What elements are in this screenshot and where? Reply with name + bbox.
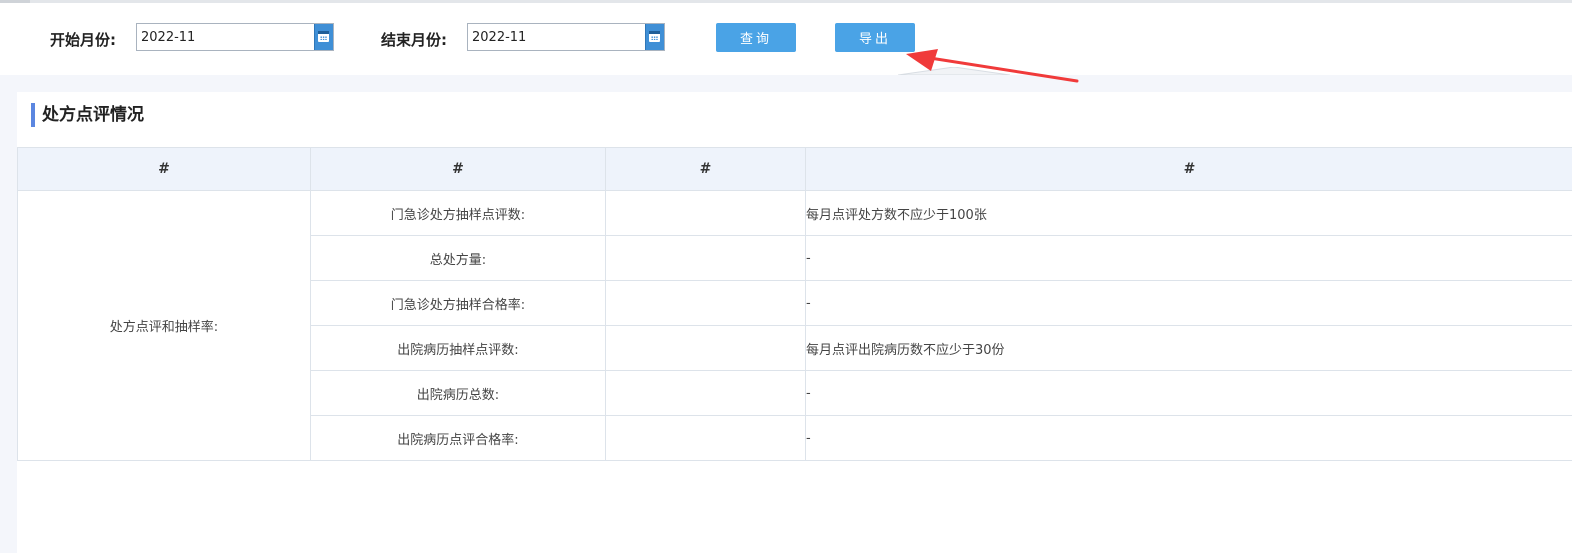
item-cell: 总处方量: bbox=[310, 235, 606, 281]
value-cell bbox=[605, 415, 806, 461]
note-cell: - bbox=[805, 280, 1572, 326]
query-toolbar: 开始月份: 结束月份: 查询 导出 bbox=[0, 3, 1572, 75]
table-row: 处方点评和抽样率: 门急诊处方抽样点评数: 每月点评处方数不应少于100张 bbox=[17, 190, 1572, 461]
item-cell: 门急诊处方抽样点评数: bbox=[310, 190, 606, 236]
column-header: # bbox=[605, 147, 806, 191]
item-cell: 门急诊处方抽样合格率: bbox=[310, 280, 606, 326]
note-cell: 每月点评出院病历数不应少于30份 bbox=[805, 325, 1572, 371]
prescription-review-panel: 处方点评情况 # # # # 处方点评和抽样率: 门急诊处方抽样点评数: 每月点… bbox=[17, 92, 1572, 553]
start-month-label: 开始月份: bbox=[50, 31, 116, 49]
group-cell: 处方点评和抽样率: bbox=[17, 190, 311, 461]
note-cell: - bbox=[805, 370, 1572, 416]
item-cell: 出院病历点评合格率: bbox=[310, 415, 606, 461]
note-cell: - bbox=[805, 415, 1572, 461]
item-cell: 出院病历抽样点评数: bbox=[310, 325, 606, 371]
item-cell: 出院病历总数: bbox=[310, 370, 606, 416]
calendar-icon[interactable] bbox=[645, 24, 664, 50]
tooltip-pointer bbox=[898, 67, 1010, 75]
column-header: # bbox=[805, 147, 1572, 191]
start-month-picker[interactable] bbox=[136, 23, 334, 51]
value-cell bbox=[605, 280, 806, 326]
note-cell: - bbox=[805, 235, 1572, 281]
column-header: # bbox=[17, 147, 311, 191]
value-cell bbox=[605, 325, 806, 371]
note-cell: 每月点评处方数不应少于100张 bbox=[805, 190, 1572, 236]
value-cell bbox=[605, 235, 806, 281]
value-cell bbox=[605, 370, 806, 416]
review-table: # # # # 处方点评和抽样率: 门急诊处方抽样点评数: 每月点评处方数不应少… bbox=[17, 147, 1572, 461]
value-cell bbox=[605, 190, 806, 236]
calendar-icon[interactable] bbox=[314, 24, 333, 50]
end-month-label: 结束月份: bbox=[381, 31, 447, 49]
query-button[interactable]: 查询 bbox=[716, 23, 796, 52]
export-button[interactable]: 导出 bbox=[835, 23, 915, 52]
end-month-input[interactable] bbox=[468, 24, 646, 50]
table-header-row: # # # # bbox=[17, 147, 1572, 191]
start-month-input[interactable] bbox=[137, 24, 315, 50]
column-header: # bbox=[310, 147, 606, 191]
end-month-picker[interactable] bbox=[467, 23, 665, 51]
section-title: 处方点评情况 bbox=[31, 103, 144, 127]
